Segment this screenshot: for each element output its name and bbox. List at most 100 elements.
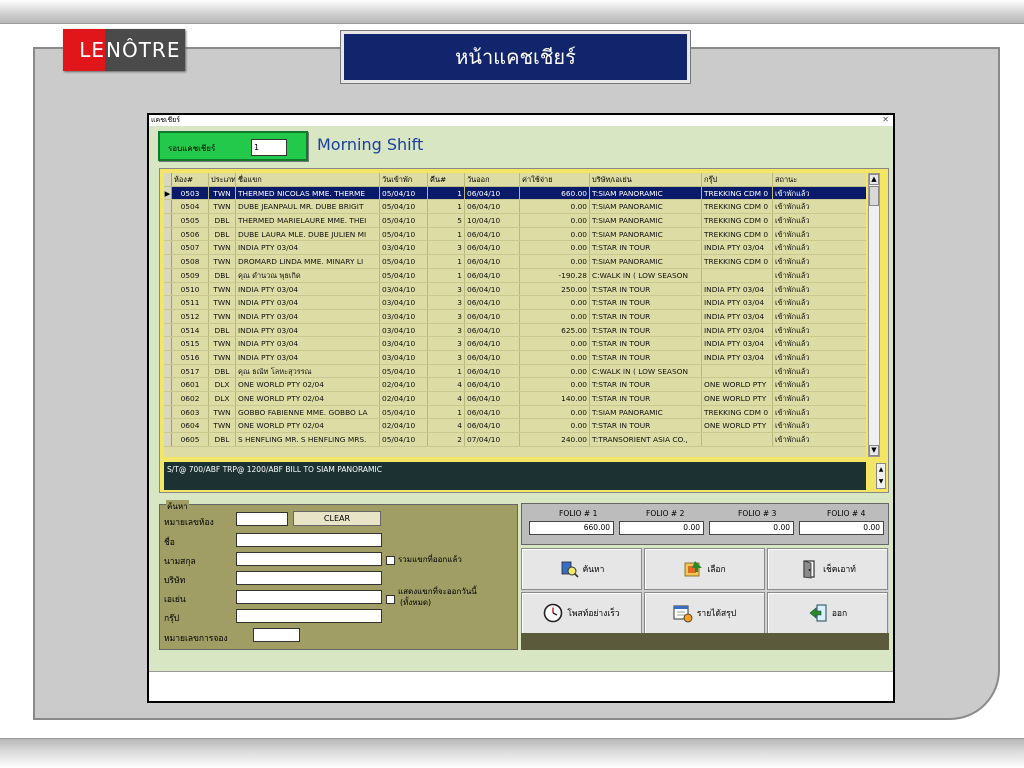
folio-3-value[interactable]: 0.00 <box>709 521 794 535</box>
income-summary-button[interactable]: รายได้สรุป <box>644 592 765 634</box>
checkout-door-icon <box>803 560 815 579</box>
show-today-checkout-checkbox[interactable] <box>386 595 395 604</box>
row-indicator <box>164 282 172 296</box>
cell-checkin: 05/04/10 <box>380 405 428 419</box>
table-row[interactable]: 0516 TWN INDIA PTY 03/04 03/04/10 3 06/04/10 0… <box>164 350 866 365</box>
include-checkout-checkbox[interactable] <box>386 556 395 565</box>
cell-room: 0603 <box>172 405 209 419</box>
cell-company: T:STAR IN TOUR <box>590 350 702 364</box>
checkout-button[interactable]: เช็คเอาท์ <box>767 548 888 590</box>
scroll-down-icon[interactable]: ▼ <box>869 445 879 456</box>
table-row[interactable]: 0507 TWN INDIA PTY 03/04 03/04/10 3 06/04/10 0… <box>164 241 866 256</box>
cell-group: TREKKING CDM 0 <box>702 200 773 214</box>
cell-checkout: 06/04/10 <box>465 296 520 309</box>
cell-nights: 1 <box>428 268 465 282</box>
cell-checkout: 06/04/10 <box>465 337 520 350</box>
cell-guest-name: INDIA PTY 03/04 <box>236 350 380 364</box>
agent-input[interactable] <box>236 590 382 604</box>
table-row[interactable]: 0509 DBL คุณ ดำนวณ พุธเกิด 05/04/10 1 06/04/1… <box>164 268 866 283</box>
note-scroll-up-icon[interactable]: ▲ <box>877 464 885 476</box>
cell-room: 0507 <box>172 241 209 255</box>
cell-type: TWN <box>209 296 236 309</box>
table-row[interactable]: 0603 TWN GOBBO FABIENNE MME. GOBBO LA 05/04… <box>164 405 866 420</box>
room-number-input[interactable] <box>236 512 288 526</box>
folio-2-value[interactable]: 0.00 <box>619 521 704 535</box>
row-indicator <box>164 227 172 241</box>
note-scrollbar[interactable]: ▲ ▼ <box>876 463 886 489</box>
header-type[interactable]: ประเภท <box>209 173 236 186</box>
header-company[interactable]: บริษัท/เอเย่น <box>590 173 702 186</box>
table-row[interactable]: 0504 TWN DUBE JEANPAUL MR. DUBE BRIGIT 05/0… <box>164 200 866 215</box>
exit-icon <box>809 604 827 622</box>
grid-header: ห้อง# ประเภท ชื่อแขก วันเข้าพัก คืน# วัน… <box>164 173 866 187</box>
table-row[interactable]: 0601 DLX ONE WORLD PTY 02/04 02/04/10 4 06/04… <box>164 378 866 392</box>
table-row[interactable]: 0517 DBL คุณ ธณัท โลหะสุวรรณ 05/04/10 1 06/04… <box>164 364 866 379</box>
header-group[interactable]: กรุ๊ป <box>702 173 773 186</box>
header-checkin[interactable]: วันเข้าพัก <box>380 173 428 186</box>
cell-nights: 4 <box>428 419 465 433</box>
table-row[interactable]: 0602 DLX ONE WORLD PTY 02/04 02/04/10 4 06/04… <box>164 392 866 406</box>
row-indicator <box>164 378 172 391</box>
cell-group: INDIA PTY 03/04 <box>702 309 773 323</box>
table-row[interactable]: 0514 DBL INDIA PTY 03/04 03/04/10 3 06/04/10 6… <box>164 323 866 338</box>
cashier-round-input[interactable]: 1 <box>251 139 287 156</box>
header-room[interactable]: ห้อง# <box>172 173 209 186</box>
cell-nights: 1 <box>428 255 465 268</box>
cell-status: เข้าพักแล้ว <box>775 216 810 226</box>
surname-input[interactable] <box>236 552 382 566</box>
note-scroll-down-icon[interactable]: ▼ <box>877 476 885 488</box>
table-row[interactable]: 0505 DBL THERMED MARIELAURE MME. THEI 05/04… <box>164 214 866 228</box>
select-button[interactable]: เลือก <box>644 548 765 590</box>
cell-company: T:SIAM PANORAMIC <box>590 405 702 419</box>
exit-button[interactable]: ออก <box>767 592 888 634</box>
table-row[interactable]: 0508 TWN DROMARD LINDA MME. MINARY LI 05/04… <box>164 255 866 269</box>
search-panel: ค้นหา หมายเลขห้อง CLEAR ชื่อ นามสกุล รวม… <box>159 500 518 650</box>
cell-expense: 0.00 <box>520 405 590 419</box>
booking-number-input[interactable] <box>253 628 300 642</box>
search-button[interactable]: ค้นหา <box>521 548 642 590</box>
table-row[interactable]: 0510 TWN INDIA PTY 03/04 03/04/10 3 06/04/10 2… <box>164 282 866 297</box>
cell-status: เข้าพักแล้ว <box>775 188 810 198</box>
header-guest-name[interactable]: ชื่อแขก <box>236 173 380 186</box>
scroll-thumb[interactable] <box>869 186 879 206</box>
header-status[interactable]: สถานะ <box>773 173 859 186</box>
close-icon[interactable]: ✕ <box>882 115 889 125</box>
grid-scrollbar[interactable]: ▲ ▼ <box>868 173 880 457</box>
cell-room: 0602 <box>172 392 209 405</box>
cell-checkin: 03/04/10 <box>380 309 428 323</box>
clear-button[interactable]: CLEAR <box>293 511 381 526</box>
table-row[interactable]: 0604 TWN ONE WORLD PTY 02/04 02/04/10 4 06/04… <box>164 419 866 434</box>
agent-label: เอเย่น <box>164 595 186 605</box>
shift-label: Morning Shift <box>317 135 424 154</box>
table-row[interactable]: ▶ 0503 TWN THERMED NICOLAS MME. THERME 05/04… <box>164 186 866 201</box>
row-indicator <box>164 350 172 364</box>
scroll-up-icon[interactable]: ▲ <box>869 174 879 185</box>
group-input[interactable] <box>236 609 382 623</box>
cell-guest-name: INDIA PTY 03/04 <box>236 282 380 296</box>
cell-expense: 0.00 <box>520 364 590 378</box>
company-input[interactable] <box>236 571 382 585</box>
header-nights[interactable]: คืน# <box>428 173 465 186</box>
cell-nights: 1 <box>428 364 465 378</box>
cell-status: เข้าพักแล้ว <box>775 243 810 253</box>
name-input[interactable] <box>236 533 382 547</box>
folio-4-label: FOLIO # 4 <box>827 509 866 518</box>
quick-post-button[interactable]: โพสท์อย่างเร็ว <box>521 592 642 634</box>
table-row[interactable]: 0515 TWN INDIA PTY 03/04 03/04/10 3 06/04/10 0… <box>164 337 866 351</box>
cell-group <box>702 433 773 446</box>
folio-4-value[interactable]: 0.00 <box>799 521 884 535</box>
header-checkout[interactable]: วันออก <box>465 173 520 186</box>
cell-checkout: 06/04/10 <box>465 419 520 433</box>
table-row[interactable]: 0512 TWN INDIA PTY 03/04 03/04/10 3 06/04/10 0… <box>164 309 866 324</box>
table-row[interactable]: 0506 DBL DUBE LAURA MLE. DUBE JULIEN MI 05/… <box>164 227 866 242</box>
header-expense[interactable]: ค่าใช้จ่าย <box>520 173 590 186</box>
table-row[interactable]: 0511 TWN INDIA PTY 03/04 03/04/10 3 06/04/10 0… <box>164 296 866 310</box>
cell-nights: 3 <box>428 350 465 364</box>
cell-status: เข้าพักแล้ว <box>775 435 810 445</box>
cell-group: INDIA PTY 03/04 <box>702 323 773 337</box>
row-indicator <box>164 392 172 405</box>
folio-1-value[interactable]: 660.00 <box>529 521 614 535</box>
row-indicator <box>164 200 172 214</box>
income-summary-button-label: รายได้สรุป <box>696 609 737 619</box>
table-row[interactable]: 0605 DBL S HENFLING MR. S HENFLING MRS. 05/… <box>164 433 866 447</box>
